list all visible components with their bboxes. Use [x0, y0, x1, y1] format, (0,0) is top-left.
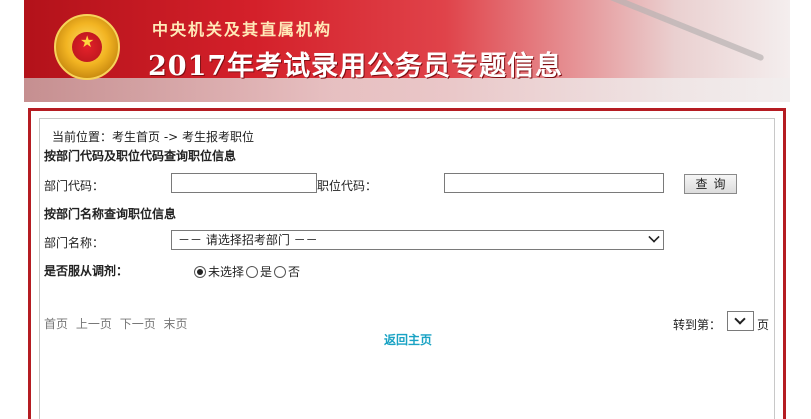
- query-button[interactable]: 查询: [684, 174, 737, 194]
- dept-name-selected: －－ 请选择招考部门 －－: [178, 233, 318, 247]
- dept-name-select[interactable]: －－ 请选择招考部门 －－: [171, 230, 664, 250]
- section-title-code-query: 按部门代码及职位代码查询职位信息: [44, 149, 237, 163]
- breadcrumb: 当前位置：考生首页 -> 考生报考职位: [52, 128, 254, 145]
- breadcrumb-home-link[interactable]: 考生首页: [112, 130, 160, 144]
- dept-code-label: 部门代码：: [44, 179, 105, 193]
- pager-next[interactable]: 下一页: [120, 317, 156, 331]
- header-banner: ★ 中央机关及其直属机构 2017年考试录用公务员专题信息: [24, 0, 790, 102]
- banner-subtitle: 中央机关及其直属机构: [152, 20, 333, 39]
- dept-name-label: 部门名称：: [44, 236, 105, 250]
- radio-no[interactable]: [274, 265, 287, 278]
- chevron-down-icon: [734, 313, 746, 325]
- dept-code-input[interactable]: [171, 173, 317, 193]
- breadcrumb-prefix: 当前位置：: [52, 130, 113, 144]
- position-code-label: 职位代码：: [317, 179, 378, 193]
- banner-title: 2017年考试录用公务员专题信息: [148, 51, 564, 82]
- radio-yes[interactable]: [246, 265, 259, 278]
- chevron-down-icon: [648, 231, 660, 243]
- national-emblem-icon: ★: [54, 14, 120, 80]
- page-unit-label: 页: [757, 318, 770, 332]
- adjust-label: 是否服从调剂：: [44, 264, 129, 278]
- position-code-input[interactable]: [444, 173, 664, 193]
- radio-unselected[interactable]: [194, 265, 206, 278]
- breadcrumb-current: 考生报考职位: [182, 130, 255, 144]
- adjust-radio-group: 未选择 是 否: [194, 263, 302, 280]
- radio-unselected-label: 未选择: [208, 265, 245, 279]
- pager-last[interactable]: 末页: [164, 317, 188, 331]
- goto-label: 转到第：: [673, 318, 722, 332]
- pen-decoration: [595, 0, 765, 62]
- section-title-name-query: 按部门名称查询职位信息: [44, 207, 177, 221]
- radio-no-label: 否: [288, 265, 301, 279]
- pager-first[interactable]: 首页: [44, 317, 68, 331]
- return-home-link[interactable]: 返回主页: [384, 331, 432, 348]
- pager-prev[interactable]: 上一页: [76, 317, 112, 331]
- page-select[interactable]: [727, 311, 754, 331]
- radio-yes-label: 是: [260, 265, 273, 279]
- breadcrumb-separator: ->: [160, 130, 183, 144]
- pagination: 首页 上一页 下一页 末页: [44, 315, 192, 332]
